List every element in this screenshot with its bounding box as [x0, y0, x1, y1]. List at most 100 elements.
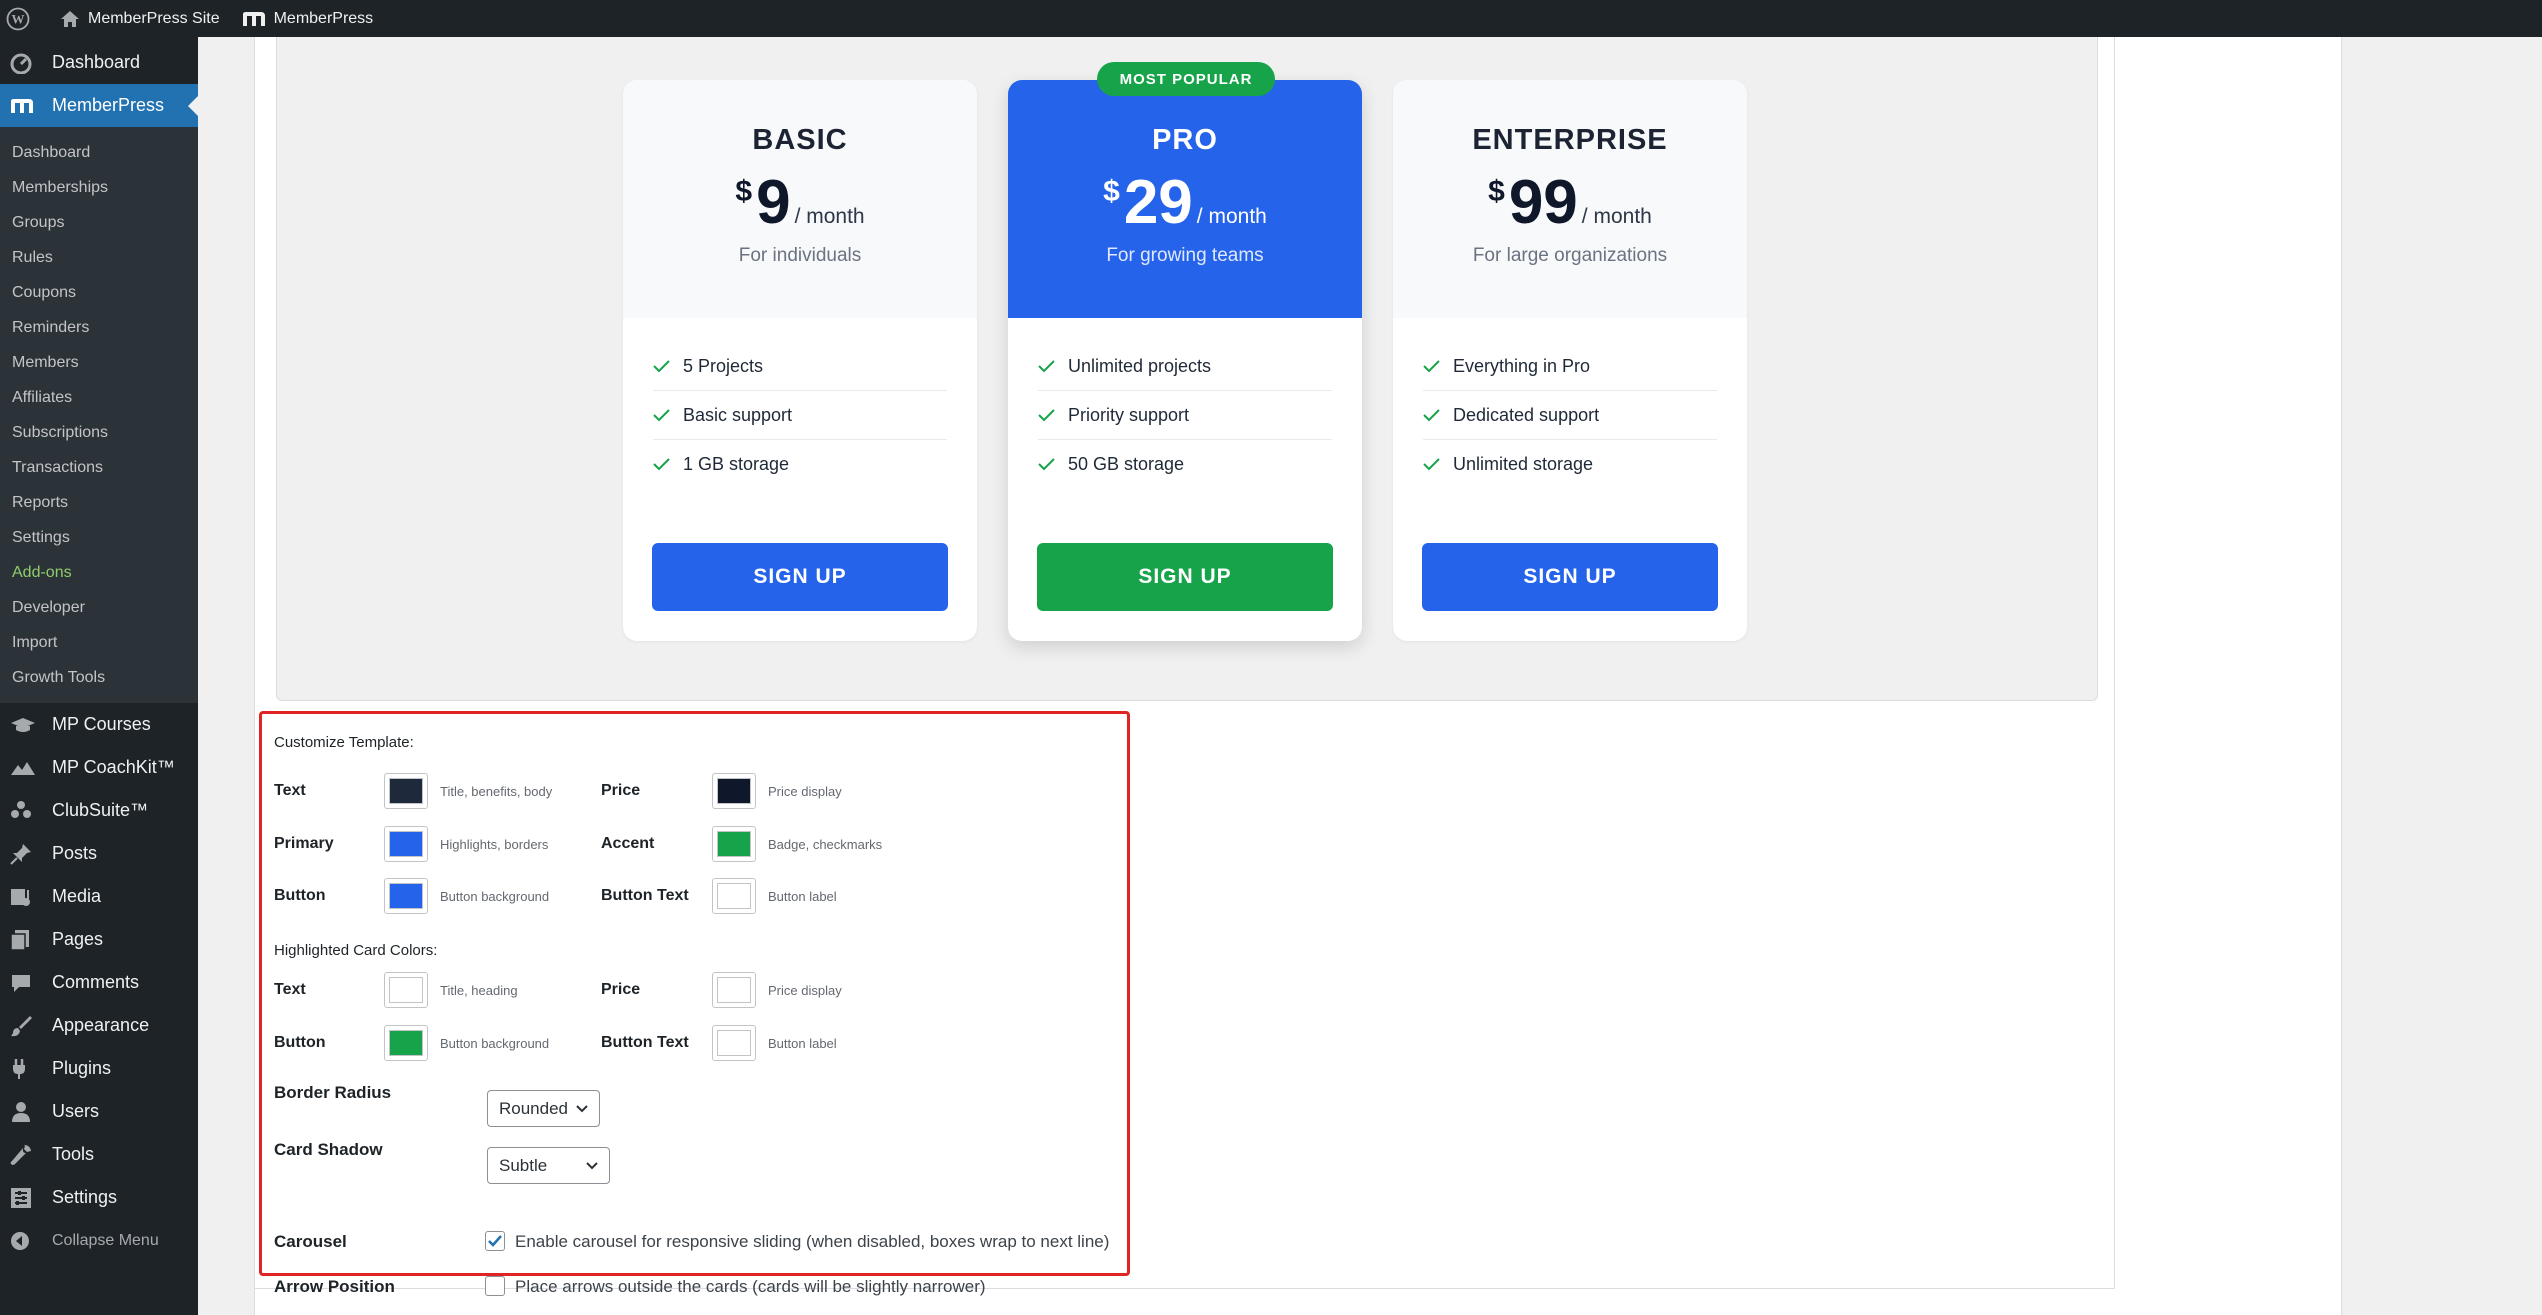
check-icon [1423, 458, 1453, 471]
menu-plugins[interactable]: Plugins [0, 1047, 198, 1090]
menu-tools[interactable]: Tools [0, 1133, 198, 1176]
feature-label: Everything in Pro [1453, 355, 1591, 376]
price-amount: 9 [756, 168, 791, 237]
signup-button-enterprise[interactable]: SIGN UP [1422, 543, 1718, 611]
submenu-reminders[interactable]: Reminders [0, 310, 198, 345]
price-currency: $ [1488, 175, 1505, 208]
button-text-color-picker[interactable] [712, 878, 756, 914]
collapse-menu-label: Collapse Menu [52, 1231, 159, 1249]
site-name-link[interactable]: MemberPress Site [49, 0, 231, 37]
menu-mp-courses[interactable]: MP Courses [0, 703, 198, 746]
highlight-text-color-picker[interactable] [384, 972, 428, 1008]
price-period: / month [1196, 205, 1267, 228]
color-hint: Button label [768, 888, 837, 904]
highlight-button-text-color-picker[interactable] [712, 1025, 756, 1061]
price-color-picker[interactable] [712, 773, 756, 809]
wrench-icon [10, 1143, 38, 1167]
admin-bar: W MemberPress Site MemberPress [0, 0, 2542, 37]
courses-icon [10, 713, 38, 737]
highlight-row-button: Button Button background [274, 1023, 549, 1063]
highlight-price-color-picker[interactable] [712, 972, 756, 1008]
memberpress-icon [10, 94, 38, 118]
submenu-reports[interactable]: Reports [0, 485, 198, 520]
menu-pages[interactable]: Pages [0, 918, 198, 961]
arrow-position-description: Place arrows outside the cards (cards wi… [515, 1277, 986, 1296]
menu-settings-label: Settings [52, 1187, 118, 1207]
submenu-subscriptions[interactable]: Subscriptions [0, 415, 198, 450]
highlight-row-price: Price Price display [601, 970, 842, 1010]
check-icon [1038, 458, 1068, 471]
price-period: / month [1581, 205, 1652, 228]
button-color-picker[interactable] [384, 878, 428, 914]
feature-list: Everything in Pro Dedicated support Unli… [1393, 318, 1747, 489]
highlight-row-button-text: Button Text Button label [601, 1023, 837, 1063]
submenu-developer[interactable]: Developer [0, 590, 198, 625]
color-label: Accent [601, 835, 655, 852]
menu-media[interactable]: Media [0, 875, 198, 918]
checkmark-icon [488, 1235, 502, 1247]
clubsuite-icon [10, 799, 38, 823]
dashboard-icon [10, 51, 38, 75]
menu-mp-coachkit[interactable]: MP CoachKit™ [0, 746, 198, 789]
check-icon [653, 458, 683, 471]
menu-memberpress[interactable]: MemberPress [0, 84, 198, 127]
color-label: Text [274, 981, 306, 998]
chevron-down-icon [586, 1162, 598, 1170]
text-color-picker[interactable] [384, 773, 428, 809]
pricing-card-pro: MOST POPULAR PRO $ 29 / month For growin… [1008, 62, 1362, 641]
color-hint: Button background [440, 1035, 550, 1051]
submenu-memberships[interactable]: Memberships [0, 170, 198, 205]
menu-posts[interactable]: Posts [0, 832, 198, 875]
submenu-groups[interactable]: Groups [0, 205, 198, 240]
signup-button-pro[interactable]: SIGN UP [1037, 543, 1333, 611]
plan-title: BASIC [752, 124, 848, 156]
color-row-button: Button Button background [274, 876, 549, 916]
submenu-transactions[interactable]: Transactions [0, 450, 198, 485]
card-shadow-select[interactable]: Subtle [487, 1147, 610, 1184]
submenu-rules[interactable]: Rules [0, 240, 198, 275]
pricing-preview: BASIC $ 9 / month For individuals 5 Proj… [276, 37, 2098, 701]
color-label: Button Text [601, 887, 689, 904]
primary-color-picker[interactable] [384, 826, 428, 862]
submenu-settings[interactable]: Settings [0, 520, 198, 555]
accent-color-picker[interactable] [712, 826, 756, 862]
submenu-growth-tools[interactable]: Growth Tools [0, 660, 198, 695]
submenu-import[interactable]: Import [0, 625, 198, 660]
border-radius-select[interactable]: Rounded [487, 1090, 600, 1127]
signup-button-basic[interactable]: SIGN UP [652, 543, 948, 611]
menu-tools-label: Tools [52, 1144, 95, 1164]
menu-mp-coachkit-label: MP CoachKit™ [52, 757, 175, 777]
menu-users[interactable]: Users [0, 1090, 198, 1133]
memberpress-adminbar-link[interactable]: MemberPress [231, 0, 385, 37]
submenu-dashboard[interactable]: Dashboard [0, 135, 198, 170]
collapse-menu-button[interactable]: Collapse Menu [0, 1219, 198, 1262]
menu-comments-label: Comments [52, 972, 140, 992]
pricing-card-basic: BASIC $ 9 / month For individuals 5 Proj… [623, 80, 977, 641]
feature-item: Dedicated support [1423, 391, 1717, 440]
check-icon [1423, 408, 1453, 422]
menu-appearance[interactable]: Appearance [0, 1004, 198, 1047]
menu-clubsuite[interactable]: ClubSuite™ [0, 789, 198, 832]
menu-dashboard[interactable]: Dashboard [0, 41, 198, 84]
check-icon [653, 359, 683, 373]
price-amount: 99 [1508, 168, 1578, 237]
arrow-position-checkbox[interactable] [485, 1276, 505, 1296]
carousel-checkbox[interactable] [485, 1231, 505, 1251]
submenu-members[interactable]: Members [0, 345, 198, 380]
submenu-addons[interactable]: Add-ons [0, 555, 198, 590]
feature-item: 5 Projects [653, 342, 947, 391]
collapse-icon [10, 1229, 38, 1253]
color-hint: Title, benefits, body [440, 783, 553, 799]
chevron-down-icon [576, 1105, 588, 1113]
highlight-button-color-picker[interactable] [384, 1025, 428, 1061]
plugin-icon [10, 1057, 38, 1081]
menu-comments[interactable]: Comments [0, 961, 198, 1004]
admin-sidebar: Dashboard MemberPress Dashboard Membersh… [0, 37, 198, 1315]
feature-label: Unlimited storage [1453, 454, 1594, 474]
feature-item: Unlimited storage [1423, 440, 1717, 489]
submenu-affiliates[interactable]: Affiliates [0, 380, 198, 415]
memberpress-logo-icon [242, 11, 265, 26]
submenu-coupons[interactable]: Coupons [0, 275, 198, 310]
menu-settings[interactable]: Settings [0, 1176, 198, 1219]
wordpress-logo-icon[interactable]: W [0, 0, 49, 37]
